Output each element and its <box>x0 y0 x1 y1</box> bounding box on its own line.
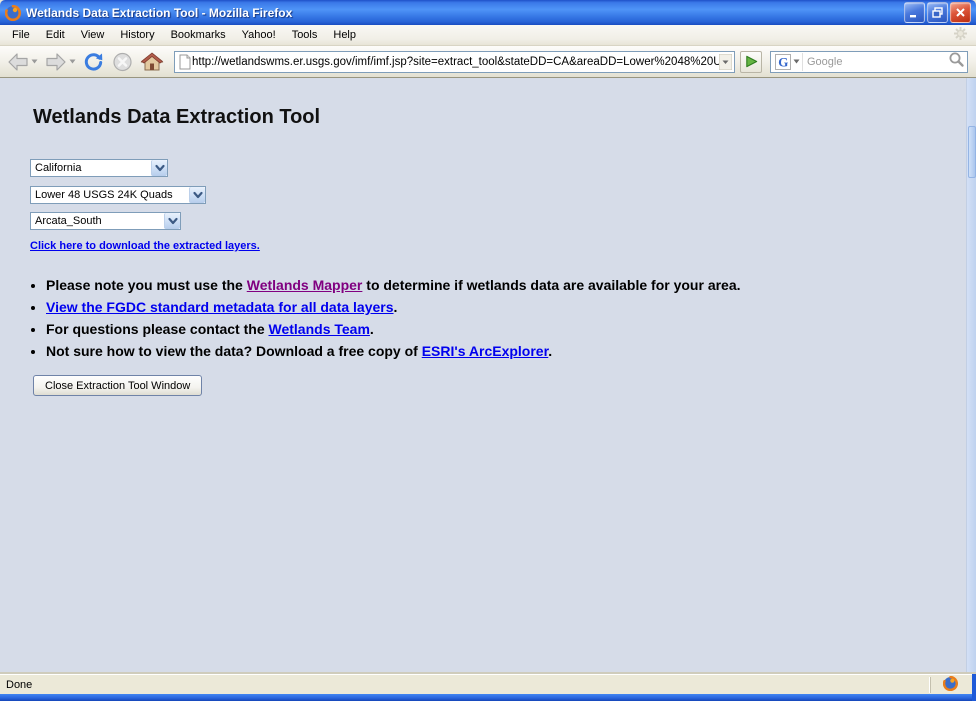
search-engine-dropdown-icon <box>793 59 800 64</box>
area-select-value: Lower 48 USGS 24K Quads <box>31 189 189 201</box>
statusbar: Done <box>0 674 976 694</box>
notes-list: Please note you must use the Wetlands Ma… <box>46 274 741 362</box>
google-g-icon: G <box>775 54 792 70</box>
bullet-text: Not sure how to view the data? Download … <box>46 343 422 359</box>
list-item: Please note you must use the Wetlands Ma… <box>46 274 741 296</box>
reload-icon <box>82 51 105 73</box>
minimize-button[interactable] <box>904 2 925 23</box>
list-item: View the FGDC standard metadata for all … <box>46 296 741 318</box>
menu-tools[interactable]: Tools <box>284 27 326 43</box>
menu-edit[interactable]: Edit <box>38 27 73 43</box>
gear-icon <box>953 26 968 44</box>
url-bar[interactable] <box>174 51 735 73</box>
firefox-window: Wetlands Data Extraction Tool - Mozilla … <box>0 0 976 701</box>
page-title: Wetlands Data Extraction Tool <box>33 106 320 129</box>
back-button[interactable] <box>4 49 40 75</box>
close-button[interactable] <box>950 2 971 23</box>
back-icon <box>6 51 30 73</box>
stop-icon <box>111 51 134 73</box>
quad-select[interactable]: Arcata_South <box>30 212 181 230</box>
minimize-icon <box>909 7 920 18</box>
svg-text:G: G <box>778 54 788 69</box>
close-extraction-tool-button[interactable]: Close Extraction Tool Window <box>33 375 202 396</box>
state-select-value: California <box>31 162 151 174</box>
arcexplorer-link[interactable]: ESRI's ArcExplorer <box>422 343 549 359</box>
go-button[interactable] <box>740 51 762 73</box>
menu-history[interactable]: History <box>112 27 162 43</box>
url-dropdown-icon[interactable] <box>719 54 732 70</box>
dropdown-arrow-icon[interactable] <box>164 213 180 229</box>
bullet-text: . <box>548 343 552 359</box>
forward-button[interactable] <box>42 49 78 75</box>
bullet-text: . <box>370 321 374 337</box>
search-engine-button[interactable]: G <box>773 53 803 71</box>
menu-file[interactable]: File <box>4 27 38 43</box>
menu-help[interactable]: Help <box>325 27 364 43</box>
home-icon <box>140 51 164 73</box>
statusbar-firefox-panel[interactable] <box>930 677 970 693</box>
navigation-toolbar: G <box>0 46 976 78</box>
window-title: Wetlands Data Extraction Tool - Mozilla … <box>26 6 904 20</box>
search-bar[interactable]: G <box>770 51 968 73</box>
window-right-border <box>972 674 976 701</box>
firefox-icon <box>943 676 958 694</box>
vertical-scrollbar[interactable] <box>966 78 976 674</box>
list-item: For questions please contact the Wetland… <box>46 318 741 340</box>
search-button[interactable] <box>947 50 965 73</box>
back-dropdown-icon <box>31 59 38 64</box>
page-icon <box>178 54 192 70</box>
area-select[interactable]: Lower 48 USGS 24K Quads <box>30 186 206 204</box>
list-item: Not sure how to view the data? Download … <box>46 340 741 362</box>
go-icon <box>744 54 759 69</box>
menu-view[interactable]: View <box>73 27 113 43</box>
forward-icon <box>44 51 68 73</box>
stop-button[interactable] <box>109 49 136 75</box>
state-select[interactable]: California <box>30 159 168 177</box>
dropdown-arrow-icon[interactable] <box>151 160 167 176</box>
download-link[interactable]: Click here to download the extracted lay… <box>30 240 260 252</box>
window-controls <box>904 2 971 23</box>
bullet-text: Please note you must use the <box>46 277 247 293</box>
bullet-text: For questions please contact the <box>46 321 269 337</box>
dropdown-arrow-icon[interactable] <box>189 187 205 203</box>
window-bottom-border <box>0 694 976 701</box>
restore-icon <box>932 7 943 18</box>
bullet-text: . <box>394 299 398 315</box>
status-text: Done <box>0 679 930 691</box>
search-input[interactable] <box>803 56 947 68</box>
wetlands-mapper-link[interactable]: Wetlands Mapper <box>247 277 363 293</box>
menubar: File Edit View History Bookmarks Yahoo! … <box>0 25 976 46</box>
menu-bookmarks[interactable]: Bookmarks <box>163 27 234 43</box>
wetlands-team-link[interactable]: Wetlands Team <box>269 321 370 337</box>
bullet-text: to determine if wetlands data are availa… <box>362 277 740 293</box>
firefox-icon <box>5 5 21 21</box>
titlebar[interactable]: Wetlands Data Extraction Tool - Mozilla … <box>0 0 976 25</box>
page-content: Wetlands Data Extraction Tool California… <box>0 78 976 674</box>
reload-button[interactable] <box>80 49 107 75</box>
magnifier-icon <box>947 50 965 68</box>
forward-dropdown-icon <box>69 59 76 64</box>
fgdc-metadata-link[interactable]: View the FGDC standard metadata for all … <box>46 299 394 315</box>
close-icon <box>955 7 966 18</box>
home-button[interactable] <box>138 49 166 75</box>
scrollbar-thumb[interactable] <box>968 126 976 178</box>
url-input[interactable] <box>192 56 719 68</box>
restore-button[interactable] <box>927 2 948 23</box>
quad-select-value: Arcata_South <box>31 215 164 227</box>
menu-yahoo[interactable]: Yahoo! <box>234 27 284 43</box>
